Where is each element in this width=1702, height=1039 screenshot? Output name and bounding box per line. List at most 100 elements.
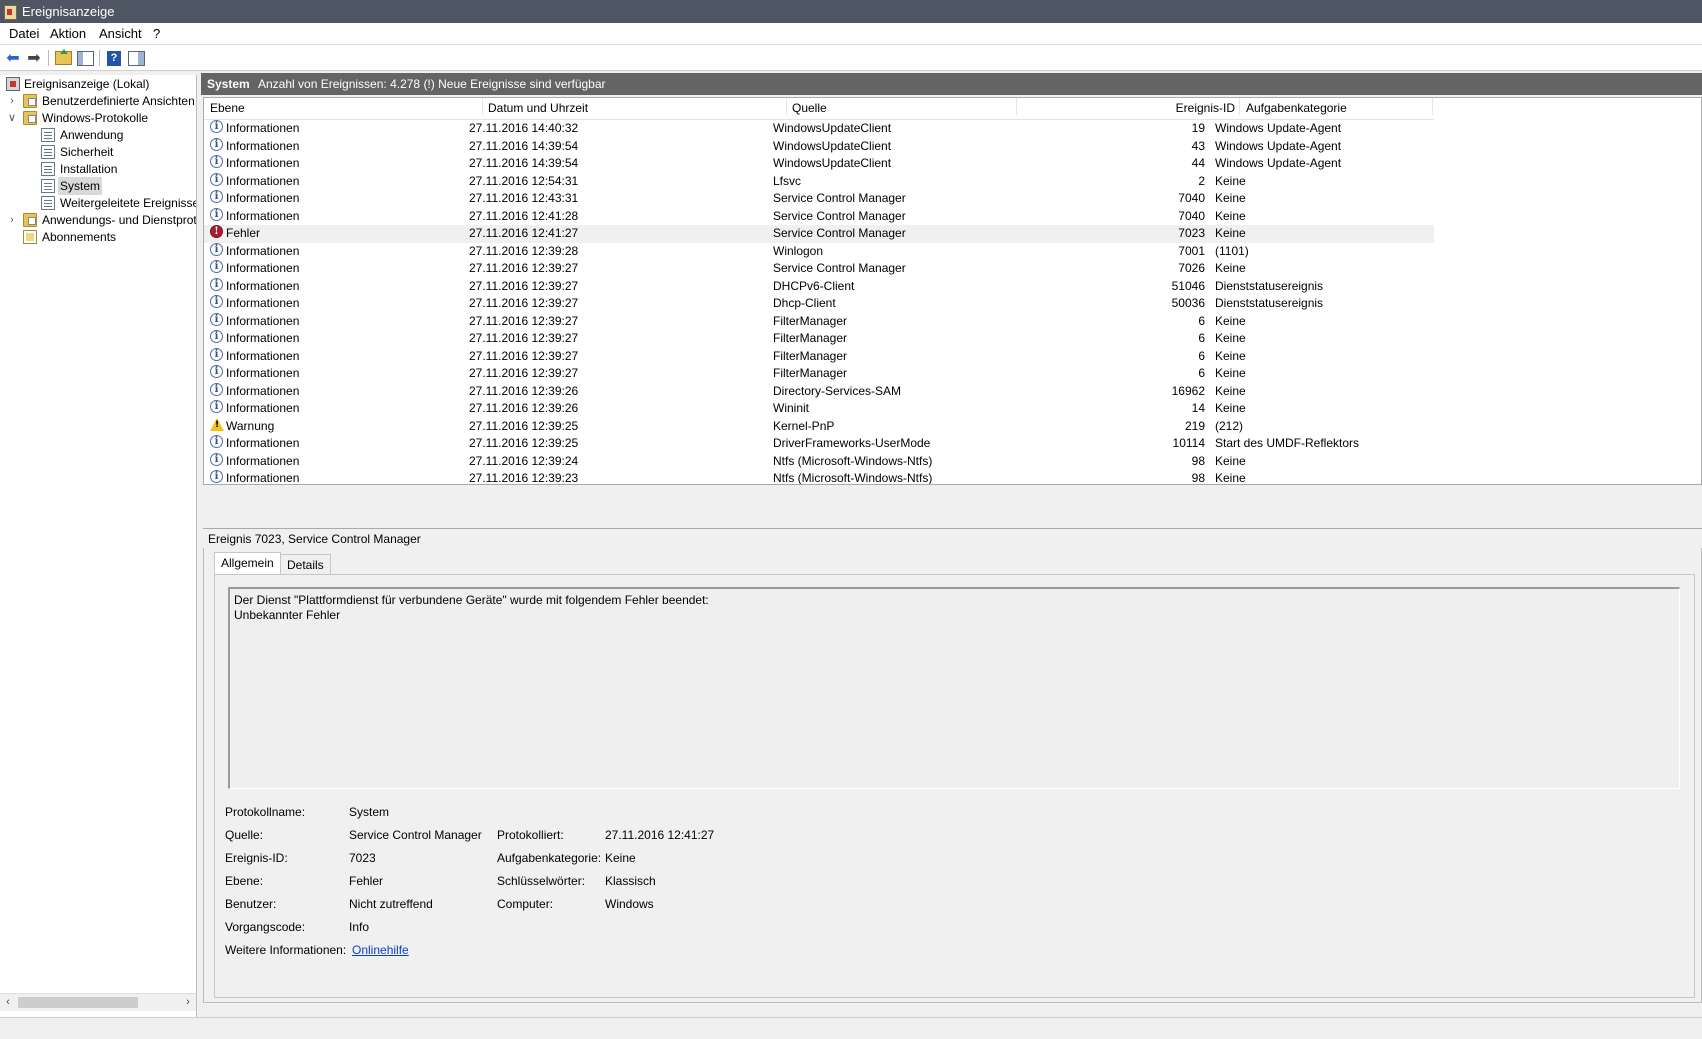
event-level: Informationen — [226, 453, 300, 468]
event-list: Ebene Datum und Uhrzeit Quelle Ereignis-… — [203, 97, 1702, 485]
event-row[interactable]: i Informationen 27.11.2016 12:41:28 Service… — [204, 207, 1434, 226]
event-level: Informationen — [226, 243, 300, 258]
field-value-category: Keine — [605, 851, 636, 865]
event-source: FilterManager — [773, 348, 848, 363]
event-category: Windows Update-Agent — [1215, 138, 1342, 153]
event-row[interactable]: i Informationen 27.11.2016 12:39:28 Winlogo… — [204, 242, 1434, 261]
event-id: 7026 — [1178, 261, 1205, 275]
event-id: 19 — [1191, 121, 1205, 135]
toolbar-separator — [99, 50, 100, 66]
event-datetime: 27.11.2016 12:41:27 — [469, 226, 579, 240]
event-source: Service Control Manager — [773, 208, 906, 223]
back-arrow-icon[interactable]: ⬅ — [3, 48, 23, 68]
tree-horizontal-scrollbar[interactable]: ‹ › — [0, 993, 196, 1011]
show-hide-tree-icon[interactable] — [75, 48, 95, 68]
event-level: Informationen — [226, 156, 300, 170]
event-datetime: 27.11.2016 14:40:32 — [469, 121, 579, 135]
event-row[interactable]: i Informationen 27.11.2016 12:54:31 Lfsvc 2 K… — [204, 172, 1434, 191]
chevron-down-icon[interactable]: ∨ — [6, 109, 18, 127]
menu-aktion[interactable]: Aktion — [50, 26, 86, 41]
event-row[interactable]: i Informationen 27.11.2016 12:39:27 DHCPv6-… — [204, 277, 1434, 296]
column-header-category[interactable]: Aufgabenkategorie — [1246, 98, 1433, 115]
menu-help[interactable]: ? — [153, 26, 160, 41]
event-row[interactable]: i Informationen 27.11.2016 12:39:24 Ntfs (M… — [204, 452, 1434, 471]
event-datetime: 27.11.2016 12:39:25 — [469, 418, 579, 433]
event-row[interactable]: i Informationen 27.11.2016 12:39:26 Directo… — [204, 382, 1434, 401]
info-icon: i — [210, 382, 223, 396]
event-row[interactable]: ! Fehler 27.11.2016 12:41:27 Service Contro… — [204, 225, 1434, 243]
info-icon: i — [210, 470, 223, 483]
toolbar: ⬅ ➡ ? — [0, 45, 1702, 71]
event-category: Dienststatusereignis — [1215, 278, 1324, 293]
chevron-right-icon[interactable]: › — [6, 211, 18, 229]
tab-allgemein[interactable]: Allgemein — [214, 552, 281, 576]
chevron-right-icon[interactable]: › — [6, 92, 18, 110]
column-header-level[interactable]: Ebene — [210, 98, 483, 115]
event-level: Informationen — [226, 331, 300, 345]
event-row[interactable]: i Informationen 27.11.2016 14:40:32 Windows… — [204, 120, 1434, 138]
event-row[interactable]: i Informationen 27.11.2016 12:39:27 FilterM… — [204, 330, 1434, 348]
scroll-right-arrow-icon[interactable]: › — [180, 994, 196, 1011]
event-id: 43 — [1191, 138, 1205, 153]
column-header-datetime[interactable]: Datum und Uhrzeit — [488, 98, 787, 115]
event-source: Service Control Manager — [773, 261, 906, 275]
event-row[interactable]: i Informationen 27.11.2016 12:39:27 FilterM… — [204, 312, 1434, 331]
field-label-category: Aufgabenkategorie: — [497, 851, 602, 865]
event-source: Kernel-PnP — [773, 418, 835, 433]
event-source: WindowsUpdateClient — [773, 121, 892, 135]
event-row[interactable]: i Informationen 27.11.2016 12:39:27 Service… — [204, 260, 1434, 278]
description-line: Der Dienst "Plattformdienst für verbunde… — [234, 593, 709, 607]
action-pane-icon[interactable] — [126, 48, 146, 68]
event-count: Anzahl von Ereignissen: 4.278 (!) Neue E… — [258, 77, 606, 91]
event-datetime: 27.11.2016 12:39:27 — [469, 296, 579, 310]
field-value-opcode: Info — [349, 920, 370, 934]
event-row[interactable]: i Informationen 27.11.2016 12:39:26 Wininit… — [204, 400, 1434, 418]
event-id: 6 — [1198, 313, 1205, 328]
event-category: Keine — [1215, 383, 1246, 398]
detail-pane: Allgemein Details Der Dienst "Plattformd… — [203, 548, 1702, 1003]
event-level: Informationen — [226, 313, 300, 328]
tree-label-windows-logs: Windows-Protokolle — [42, 111, 149, 125]
event-level: Informationen — [226, 191, 300, 205]
event-row[interactable]: i Informationen 27.11.2016 12:39:27 FilterM… — [204, 347, 1434, 366]
field-label-keywords: Schlüsselwörter: — [497, 874, 586, 888]
event-row[interactable]: Warnung 27.11.2016 12:39:25 Kernel-PnP 219 (… — [204, 417, 1434, 436]
scrollbar-thumb[interactable] — [18, 997, 138, 1008]
event-level: Informationen — [226, 208, 300, 223]
event-id: 51046 — [1171, 278, 1205, 293]
column-header-event-id[interactable]: Ereignis-ID — [1022, 98, 1240, 115]
status-bar — [0, 1017, 1702, 1039]
event-category: Keine — [1215, 313, 1246, 328]
event-id: 14 — [1191, 401, 1205, 415]
event-source: DHCPv6-Client — [773, 278, 855, 293]
event-row[interactable]: i Informationen 27.11.2016 12:39:27 Dhcp-Cl… — [204, 295, 1434, 313]
event-category: (1101) — [1215, 243, 1249, 258]
forward-arrow-icon[interactable]: ➡ — [24, 48, 44, 68]
event-id: 219 — [1184, 418, 1205, 433]
event-id: 10114 — [1172, 436, 1205, 450]
event-description[interactable]: Der Dienst "Plattformdienst für verbunde… — [228, 587, 1680, 789]
scroll-left-arrow-icon[interactable]: ‹ — [0, 994, 16, 1011]
help-icon[interactable]: ? — [104, 48, 124, 68]
event-row[interactable]: i Informationen 27.11.2016 12:39:25 DriverF… — [204, 435, 1434, 453]
tab-details[interactable]: Details — [280, 554, 331, 576]
menu-datei[interactable]: Datei — [9, 26, 39, 41]
folder-up-icon[interactable] — [53, 48, 73, 68]
event-row[interactable]: i Informationen 27.11.2016 14:39:54 Windows… — [204, 155, 1434, 173]
event-row[interactable]: i Informationen 27.11.2016 12:39:23 Ntfs (M… — [204, 470, 1434, 485]
menu-ansicht[interactable]: Ansicht — [99, 26, 142, 41]
event-row[interactable]: i Informationen 27.11.2016 12:39:27 FilterM… — [204, 365, 1434, 383]
event-row[interactable]: i Informationen 27.11.2016 12:43:31 Service… — [204, 190, 1434, 208]
online-help-link[interactable]: Onlinehilfe — [352, 943, 409, 957]
field-label-event-id: Ereignis-ID: — [225, 851, 288, 865]
event-id: 6 — [1198, 331, 1205, 345]
event-row[interactable]: i Informationen 27.11.2016 14:39:54 Windows… — [204, 137, 1434, 156]
event-category: Keine — [1215, 401, 1246, 415]
event-source: DriverFrameworks-UserMode — [773, 436, 931, 450]
log-icon — [41, 179, 55, 193]
column-header-source[interactable]: Quelle — [792, 98, 1017, 115]
event-level: Informationen — [226, 436, 300, 450]
event-datetime: 27.11.2016 12:39:23 — [469, 471, 579, 485]
event-datetime: 27.11.2016 12:39:27 — [469, 331, 579, 345]
info-icon: i — [210, 330, 223, 343]
